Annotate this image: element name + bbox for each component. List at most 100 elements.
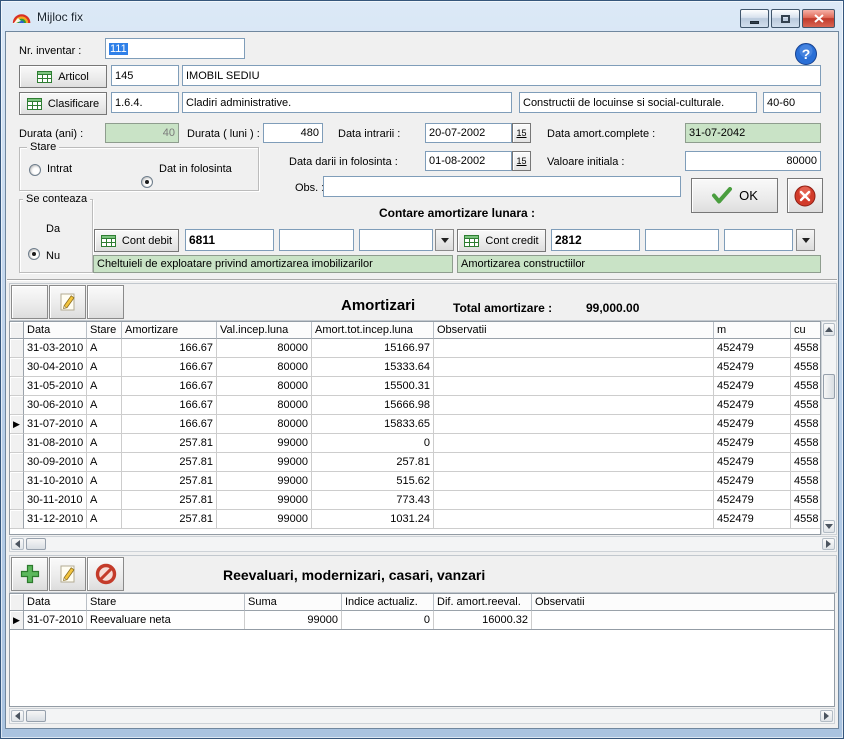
row-selector[interactable] — [10, 510, 24, 529]
scroll-up-button[interactable] — [823, 323, 835, 336]
scroll-right-button[interactable] — [820, 710, 833, 722]
radio-da-label[interactable]: Da — [46, 223, 60, 235]
table-row[interactable]: 30-11-2010A257.8199000773.434524794558 — [10, 491, 820, 510]
column-header[interactable]: m — [714, 322, 791, 339]
cont-debit-analitic2-input[interactable] — [359, 229, 433, 251]
nr-inventar-input[interactable]: 111 — [105, 38, 245, 59]
radio-dat-in-folosinta-label[interactable]: Dat in folosinta — [159, 163, 232, 175]
valoare-input[interactable]: 80000 — [685, 151, 821, 171]
scroll-right-button[interactable] — [822, 538, 835, 550]
table-row[interactable]: 31-03-2010A166.678000015166.974524794558 — [10, 339, 820, 358]
table-cell: 31-03-2010 — [24, 339, 87, 358]
row-selector[interactable] — [10, 434, 24, 453]
table-row[interactable]: 30-09-2010A257.8199000257.814524794558 — [10, 453, 820, 472]
table-row[interactable]: ▶31-07-2010Reevaluare neta99000016000.32 — [10, 611, 834, 630]
cont-credit-button[interactable]: Cont credit — [457, 229, 546, 252]
row-selector[interactable] — [10, 453, 24, 472]
clasificare-group-input[interactable]: Constructii de locuinse si social-cultur… — [519, 92, 757, 113]
maximize-button[interactable] — [771, 9, 800, 28]
reevaluari-horizontal-scrollbar[interactable] — [9, 708, 835, 724]
radio-da[interactable] — [28, 248, 40, 260]
amortizari-horizontal-scrollbar[interactable] — [9, 536, 837, 552]
column-header[interactable]: Data — [24, 322, 87, 339]
column-header[interactable]: Data — [24, 594, 87, 611]
data-intrarii-calendar-button[interactable]: 15 — [512, 123, 531, 143]
table-row[interactable]: 31-05-2010A166.678000015500.314524794558 — [10, 377, 820, 396]
clasificare-range-input[interactable]: 40-60 — [763, 92, 821, 113]
cont-debit-dropdown-button[interactable] — [435, 229, 454, 251]
row-selector[interactable] — [10, 377, 24, 396]
table-cell — [434, 491, 714, 510]
scroll-thumb[interactable] — [26, 710, 46, 722]
data-darii-calendar-button[interactable]: 15 — [512, 151, 531, 171]
clasificare-code-input[interactable]: 1.6.4. — [111, 92, 179, 113]
radio-nu-label[interactable]: Nu — [46, 250, 60, 262]
row-selector[interactable] — [10, 472, 24, 491]
column-header[interactable]: Amort.tot.incep.luna — [312, 322, 434, 339]
add-amortizare-button[interactable] — [11, 285, 48, 319]
block-reevaluare-button[interactable] — [87, 557, 124, 591]
radio-intrat[interactable] — [29, 164, 41, 176]
articol-button[interactable]: Articol — [19, 65, 107, 88]
row-selector[interactable] — [10, 396, 24, 415]
cont-credit-dropdown-button[interactable] — [796, 229, 815, 251]
edit-amortizare-button[interactable] — [49, 285, 86, 319]
cont-credit-analitic2-input[interactable] — [724, 229, 793, 251]
table-row[interactable]: 31-08-2010A257.819900004524794558 — [10, 434, 820, 453]
radio-intrat-label[interactable]: Intrat — [47, 163, 72, 175]
header-gutter — [10, 322, 24, 339]
edit-reevaluare-button[interactable] — [49, 557, 86, 591]
column-header[interactable]: Observatii — [434, 322, 714, 339]
row-selector[interactable] — [10, 358, 24, 377]
scroll-thumb[interactable] — [26, 538, 46, 550]
close-button[interactable] — [802, 9, 835, 28]
column-header[interactable]: Amortizare — [122, 322, 217, 339]
cont-credit-analitic1-input[interactable] — [645, 229, 719, 251]
table-row[interactable]: 31-12-2010A257.81990001031.244524794558 — [10, 510, 820, 529]
amortizari-vertical-scrollbar[interactable] — [821, 321, 837, 535]
row-selector[interactable] — [10, 491, 24, 510]
durata-ani-field: 40 — [105, 123, 179, 143]
column-header[interactable]: Val.incep.luna — [217, 322, 312, 339]
table-cell — [434, 434, 714, 453]
table-row[interactable]: 31-10-2010A257.8199000515.624524794558 — [10, 472, 820, 491]
column-header[interactable]: Suma — [245, 594, 342, 611]
minimize-button[interactable] — [740, 9, 769, 28]
cont-credit-input[interactable]: 2812 — [551, 229, 640, 251]
scroll-down-button[interactable] — [823, 520, 835, 533]
row-selector[interactable]: ▶ — [10, 611, 24, 630]
delete-amortizare-button[interactable] — [87, 285, 124, 319]
column-header[interactable]: Stare — [87, 322, 122, 339]
scroll-thumb[interactable] — [823, 374, 835, 399]
column-header[interactable]: cu — [791, 322, 821, 339]
articol-name-input[interactable]: IMOBIL SEDIU — [182, 65, 821, 86]
obs-input[interactable] — [323, 176, 681, 197]
data-darii-input[interactable]: 01-08-2002 — [425, 151, 512, 171]
column-header[interactable]: Stare — [87, 594, 245, 611]
scroll-left-button[interactable] — [11, 538, 24, 550]
column-header[interactable]: Indice actualiz. — [342, 594, 434, 611]
clasificare-button[interactable]: Clasificare — [19, 92, 107, 115]
cont-debit-input[interactable]: 6811 — [185, 229, 274, 251]
add-reevaluare-button[interactable] — [11, 557, 48, 591]
reevaluari-table-empty-area — [9, 630, 835, 707]
articol-code-input[interactable]: 145 — [111, 65, 179, 86]
scroll-left-button[interactable] — [11, 710, 24, 722]
table-row[interactable]: 30-04-2010A166.678000015333.644524794558 — [10, 358, 820, 377]
radio-dat-in-folosinta[interactable] — [141, 176, 153, 188]
table-row[interactable]: ▶31-07-2010A166.678000015833.65452479455… — [10, 415, 820, 434]
durata-luni-input[interactable]: 480 — [263, 123, 323, 143]
clasificare-name-input[interactable]: Cladiri administrative. — [182, 92, 512, 113]
chevron-down-icon — [802, 238, 810, 243]
cont-debit-button[interactable]: Cont debit — [94, 229, 179, 252]
cont-debit-analitic1-input[interactable] — [279, 229, 354, 251]
column-header[interactable]: Dif. amort.reeval. — [434, 594, 532, 611]
table-cell: 31-08-2010 — [24, 434, 87, 453]
table-row[interactable]: 30-06-2010A166.678000015666.984524794558 — [10, 396, 820, 415]
table-cell: 31-05-2010 — [24, 377, 87, 396]
row-selector[interactable]: ▶ — [10, 415, 24, 434]
column-header[interactable]: Observatii — [532, 594, 835, 611]
row-selector[interactable] — [10, 339, 24, 358]
data-intrarii-input[interactable]: 20-07-2002 — [425, 123, 512, 143]
reevaluari-table: DataStareSumaIndice actualiz.Dif. amort.… — [9, 593, 835, 630]
